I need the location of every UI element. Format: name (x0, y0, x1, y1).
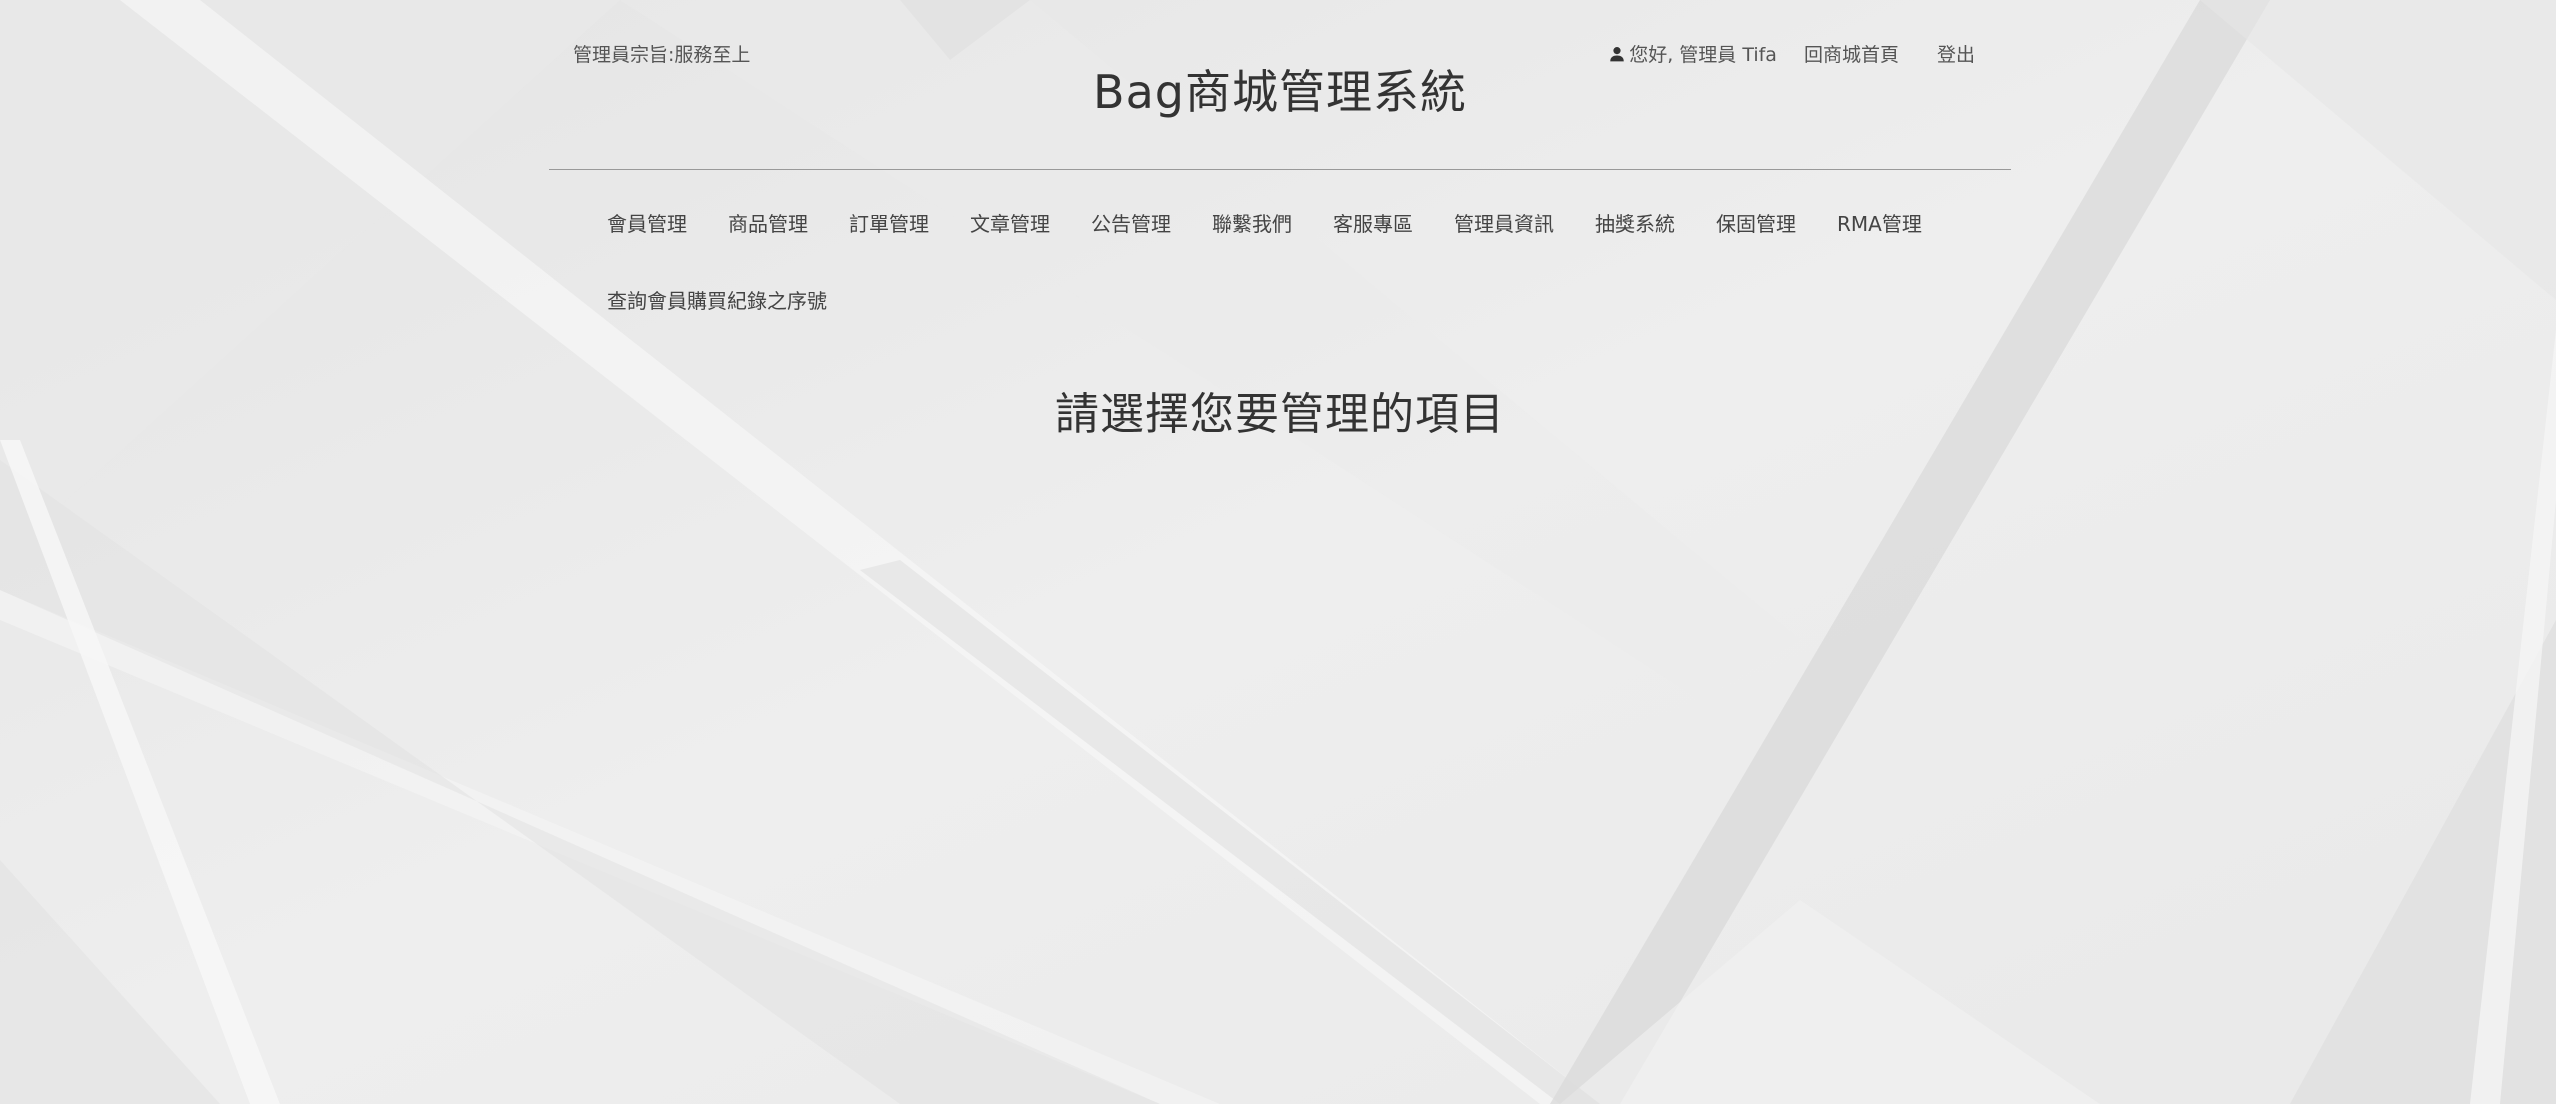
nav-item-warranty-management[interactable]: 保固管理 (1716, 208, 1796, 237)
nav-item-customer-service[interactable]: 客服專區 (1333, 208, 1413, 237)
nav-row-2: 查詢會員購買紀錄之序號 (607, 285, 1987, 314)
header-divider (549, 169, 2011, 170)
nav-item-rma-management[interactable]: RMA管理 (1837, 208, 1922, 237)
nav-item-member-management[interactable]: 會員管理 (607, 208, 687, 237)
nav-item-contact-us[interactable]: 聯繫我們 (1212, 208, 1292, 237)
nav-item-product-management[interactable]: 商品管理 (728, 208, 808, 237)
admin-nav: 會員管理 商品管理 訂單管理 文章管理 公告管理 聯繫我們 客服專區 管理員資訊… (607, 209, 1987, 363)
nav-item-announcement-management[interactable]: 公告管理 (1091, 208, 1171, 237)
nav-item-purchase-serial-lookup[interactable]: 查詢會員購買紀錄之序號 (607, 285, 827, 314)
nav-row-1: 會員管理 商品管理 訂單管理 文章管理 公告管理 聯繫我們 客服專區 管理員資訊… (607, 208, 1987, 237)
nav-item-order-management[interactable]: 訂單管理 (849, 208, 929, 237)
main-heading: 請選擇您要管理的項目 (1055, 389, 1505, 440)
nav-item-lottery-system[interactable]: 抽獎系統 (1595, 208, 1675, 237)
nav-item-article-management[interactable]: 文章管理 (970, 208, 1050, 237)
nav-item-admin-info[interactable]: 管理員資訊 (1454, 208, 1554, 237)
site-title: Bag商城管理系統 (1093, 65, 1467, 119)
admin-page: 管理員宗旨:服務至上 您好, 管理員 Tifa 回商城首頁 登出 Bag商城管理… (0, 0, 2556, 1104)
